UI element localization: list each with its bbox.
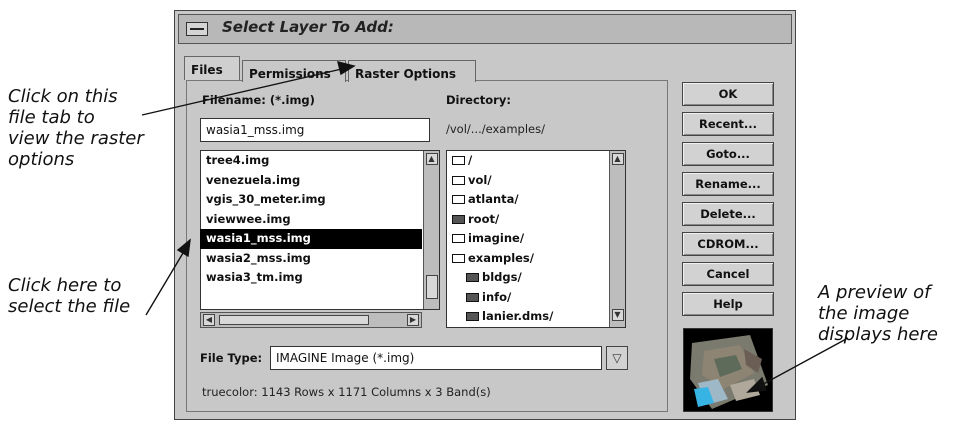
preview-callout-arrow — [755, 337, 849, 389]
file-arrow-head — [176, 238, 191, 258]
tab-files[interactable]: Files — [184, 56, 240, 80]
tab-arrow-head — [337, 61, 356, 76]
file-callout-arrow — [145, 247, 187, 316]
callout-arrows — [141, 61, 849, 393]
tab-callout-arrow — [141, 67, 347, 116]
preview-arrow-head — [746, 376, 767, 393]
